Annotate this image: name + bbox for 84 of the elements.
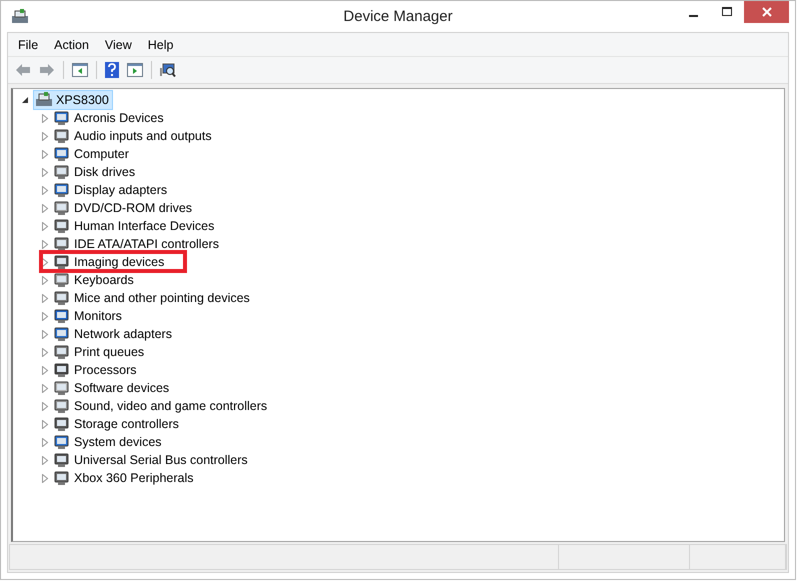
printer-icon	[11, 8, 29, 24]
tree-item[interactable]: Mice and other pointing devices	[74, 291, 250, 305]
device-icon	[53, 218, 70, 234]
help-button[interactable]	[102, 60, 122, 80]
tree-item[interactable]: DVD/CD-ROM drives	[74, 201, 192, 215]
tree-item[interactable]: Storage controllers	[74, 417, 179, 431]
expand-arrow-icon[interactable]	[41, 312, 49, 320]
device-icon	[53, 416, 70, 432]
tree-item[interactable]: Network adapters	[74, 327, 172, 341]
expand-arrow-icon[interactable]	[41, 240, 49, 248]
expand-arrow-icon[interactable]	[41, 222, 49, 230]
expand-arrow-icon[interactable]	[41, 186, 49, 194]
device-icon	[53, 128, 70, 144]
expand-arrow-icon[interactable]	[41, 168, 49, 176]
device-icon	[53, 146, 70, 162]
tree-item[interactable]: Software devices	[74, 381, 170, 395]
expand-arrow-icon[interactable]	[41, 438, 49, 446]
device-icon	[53, 236, 70, 252]
tree-item[interactable]: Imaging devices	[74, 255, 164, 269]
device-icon	[53, 164, 70, 180]
expand-arrow-icon[interactable]	[41, 276, 49, 284]
window-title: Device Manager	[343, 8, 453, 25]
computer-icon	[35, 92, 53, 108]
tree-item[interactable]: Acronis Devices	[74, 111, 164, 125]
tree-item[interactable]: Sound, video and game controllers	[74, 399, 268, 413]
expand-arrow-icon[interactable]	[41, 294, 49, 302]
expand-arrow-icon[interactable]	[41, 456, 49, 464]
device-icon	[53, 326, 70, 342]
forward-arrow-icon	[39, 63, 55, 77]
expand-arrow-icon[interactable]	[41, 348, 49, 356]
tree-item[interactable]: Processors	[74, 363, 137, 377]
show-hide-tree-button[interactable]	[69, 61, 91, 79]
maximize-icon	[722, 7, 732, 17]
tree-item[interactable]: Display adapters	[74, 183, 168, 197]
device-icon	[53, 362, 70, 378]
tree-item[interactable]: Monitors	[74, 309, 122, 323]
close-button[interactable]	[744, 1, 789, 23]
back-arrow-icon	[15, 63, 31, 77]
tree-item[interactable]: Universal Serial Bus controllers	[74, 453, 248, 467]
window-pane-icon	[72, 63, 88, 77]
tree-item[interactable]: Human Interface Devices	[74, 219, 214, 233]
tree-item[interactable]: Audio inputs and outputs	[74, 129, 212, 143]
menu-item[interactable]: File	[10, 38, 46, 52]
expand-arrow-icon[interactable]	[41, 204, 49, 212]
device-icon	[53, 182, 70, 198]
device-icon	[53, 452, 70, 468]
menu-item[interactable]: Help	[140, 38, 182, 52]
device-icon	[53, 290, 70, 306]
expand-arrow-icon[interactable]	[41, 132, 49, 140]
tree-item[interactable]: XPS8300	[33, 90, 113, 110]
expand-arrow-icon[interactable]	[41, 330, 49, 338]
expand-arrow-icon[interactable]	[41, 420, 49, 428]
device-icon	[53, 344, 70, 360]
tree-item[interactable]: Xbox 360 Peripherals	[74, 471, 194, 485]
device-icon	[53, 434, 70, 450]
window-pane-icon	[127, 63, 143, 77]
minimize-icon	[688, 15, 698, 17]
device-icon	[53, 272, 70, 288]
tree-item[interactable]: Print queues	[74, 345, 144, 359]
expand-arrow-icon[interactable]	[41, 150, 49, 158]
close-icon	[762, 7, 772, 17]
menu-item[interactable]: Action	[46, 38, 97, 52]
device-icon	[53, 470, 70, 486]
expand-arrow-icon[interactable]	[41, 114, 49, 122]
tree-item[interactable]: Computer	[74, 147, 129, 161]
tree-item[interactable]: Keyboards	[74, 273, 134, 287]
menu-item[interactable]: View	[96, 38, 140, 52]
expand-arrow-icon[interactable]	[41, 474, 49, 482]
device-icon	[53, 254, 70, 270]
show-action-pane-button[interactable]	[124, 61, 146, 79]
expand-arrow-icon[interactable]	[41, 366, 49, 374]
expand-arrow-icon[interactable]	[41, 258, 49, 266]
device-icon	[53, 308, 70, 324]
expand-arrow-icon[interactable]	[41, 384, 49, 392]
expand-arrow-icon[interactable]	[41, 402, 49, 410]
monitor-magnifier-icon	[160, 62, 176, 78]
device-icon	[53, 398, 70, 414]
device-icon	[53, 380, 70, 396]
tree-item[interactable]: System devices	[74, 435, 162, 449]
device-icon	[53, 200, 70, 216]
device-icon	[53, 110, 70, 126]
help-icon	[105, 62, 119, 78]
tree-item[interactable]: Disk drives	[74, 165, 136, 179]
tree-item[interactable]: IDE ATA/ATAPI controllers	[74, 237, 219, 251]
